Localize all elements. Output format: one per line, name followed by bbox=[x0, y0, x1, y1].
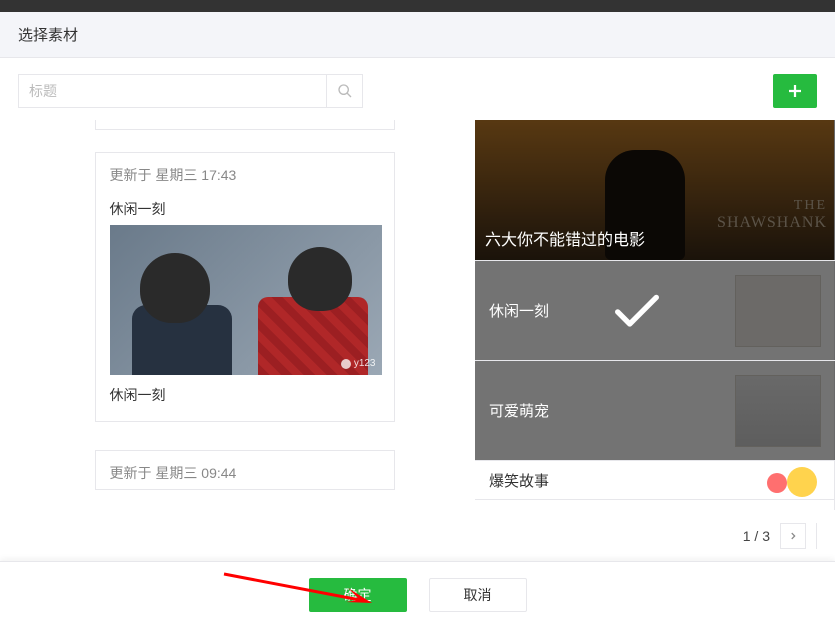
search-row bbox=[0, 58, 835, 120]
window-titlebar bbox=[0, 0, 835, 12]
right-column: SHAWSHANK THE 六大你不能错过的电影 休闲一刻 可爱萌宠 爆笑故事 bbox=[475, 120, 835, 510]
list-item-thumb bbox=[747, 467, 817, 497]
content-area: 更新于 星期三 17:43 休闲一刻 y123 休闲一刻 更新于 星期三 09:… bbox=[0, 120, 835, 510]
list-item-label: 爆笑故事 bbox=[489, 470, 549, 491]
updated-time: 更新于 星期三 09:44 bbox=[110, 463, 380, 483]
plus-icon bbox=[786, 82, 804, 100]
search-input[interactable] bbox=[19, 75, 326, 107]
hero-image[interactable]: SHAWSHANK THE 六大你不能错过的电影 bbox=[475, 120, 835, 260]
material-subtitle: 休闲一刻 bbox=[110, 385, 380, 405]
list-item-label: 休闲一刻 bbox=[489, 300, 549, 321]
material-card-prev-stub[interactable] bbox=[95, 120, 395, 130]
search-box bbox=[18, 74, 363, 108]
selected-check bbox=[608, 280, 666, 341]
material-title: 休闲一刻 bbox=[110, 199, 380, 219]
dialog-footer: 确定 取消 bbox=[0, 561, 835, 632]
list-item[interactable]: 休闲一刻 bbox=[475, 260, 835, 360]
left-column: 更新于 星期三 17:43 休闲一刻 y123 休闲一刻 更新于 星期三 09:… bbox=[0, 120, 475, 510]
material-card[interactable]: 更新于 星期三 17:43 休闲一刻 y123 休闲一刻 bbox=[95, 152, 395, 422]
pager: 1 / 3 bbox=[0, 510, 835, 561]
pager-next-button[interactable] bbox=[780, 523, 806, 549]
divider bbox=[816, 523, 817, 549]
material-card[interactable]: 更新于 星期三 09:44 bbox=[95, 450, 395, 490]
pager-text: 1 / 3 bbox=[743, 528, 770, 544]
cancel-button[interactable]: 取消 bbox=[429, 578, 527, 612]
search-icon bbox=[337, 83, 353, 99]
add-button[interactable] bbox=[773, 74, 817, 108]
list-item-label: 可爱萌宠 bbox=[489, 400, 549, 421]
chevron-right-icon bbox=[788, 531, 798, 541]
ok-button[interactable]: 确定 bbox=[309, 578, 407, 612]
hero-caption: 六大你不能错过的电影 bbox=[485, 226, 645, 250]
watermark: y123 bbox=[341, 358, 376, 369]
dialog-title: 选择素材 bbox=[18, 24, 817, 45]
search-button[interactable] bbox=[326, 75, 362, 107]
material-thumbnail: y123 bbox=[110, 225, 382, 375]
list-item[interactable]: 可爱萌宠 bbox=[475, 360, 835, 460]
dialog-header: 选择素材 bbox=[0, 12, 835, 58]
check-icon bbox=[608, 280, 666, 338]
list-item[interactable]: 爆笑故事 bbox=[475, 460, 835, 500]
updated-time: 更新于 星期三 17:43 bbox=[110, 165, 380, 185]
